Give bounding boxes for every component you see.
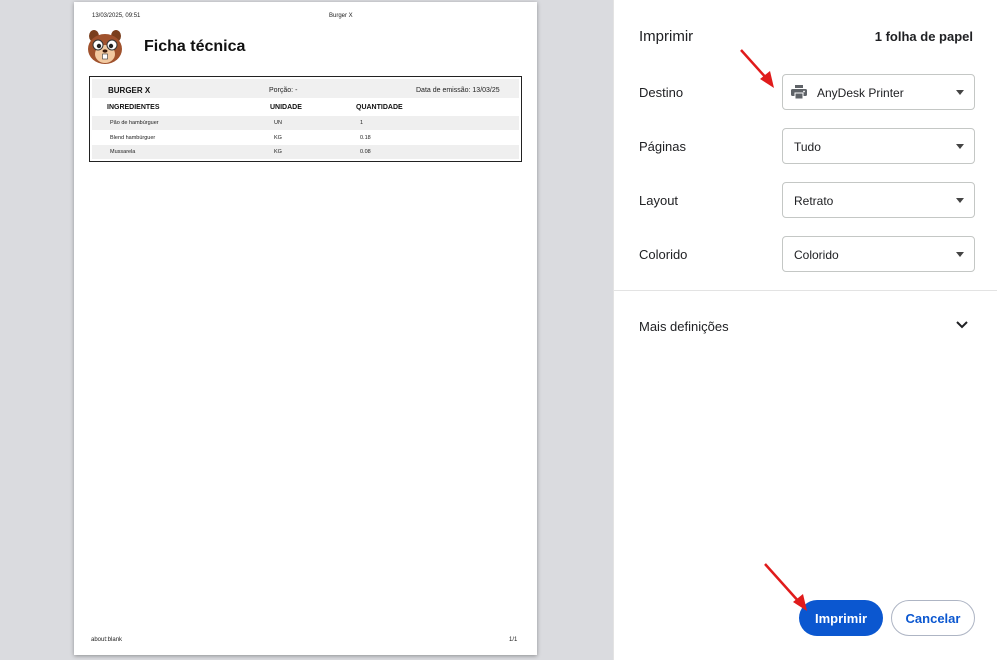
quantity-cell: 1 [360,120,364,126]
ingredient-cell: Pão de hambúrguer [110,120,159,126]
dropdown-arrow-icon [956,90,964,95]
page-footer-number: 1/1 [509,637,518,643]
destination-label: Destino [639,85,684,100]
printer-icon [791,85,807,99]
dropdown-arrow-icon [956,252,964,257]
table-row: Mussarela KG 0.08 [92,145,519,159]
panel-title: Imprimir [639,28,694,45]
color-label: Colorido [639,247,688,262]
sheet-count: 1 folha de papel [874,29,973,44]
product-name: BURGER X [108,86,151,95]
table-row: Blend hambúrguer KG 0.18 [92,131,519,145]
ingredient-cell: Blend hambúrguer [110,135,156,141]
layout-value: Retrato [794,194,834,208]
squirrel-logo-icon [88,30,122,64]
unit-cell: KG [274,149,282,155]
destination-value: AnyDesk Printer [817,86,904,100]
pages-select[interactable]: Tudo [782,128,975,164]
pages-value: Tudo [794,140,821,154]
page-header-datetime: 13/03/2025, 09:51 [92,13,141,19]
column-header-unit: UNIDADE [270,104,302,111]
layout-label: Layout [639,193,679,208]
section-divider [614,290,997,291]
issue-date-label: Data de emissão: 13/03/25 [416,87,500,94]
column-header-ingredients: INGREDIENTES [107,104,160,111]
more-settings-toggle[interactable]: Mais definições [639,319,729,334]
table-row: Pão de hambúrguer UN 1 [92,116,519,130]
print-button[interactable]: Imprimir [799,600,883,636]
unit-cell: KG [274,135,282,141]
preview-page: 13/03/2025, 09:51 Burger X Ficha técnica… [74,2,537,655]
recipe-sheet-table: BURGER X Porção: - Data de emissão: 13/0… [89,76,522,162]
sheet-header-bar: BURGER X Porção: - Data de emissão: 13/0… [92,79,519,98]
document-title: Ficha técnica [144,38,246,55]
chevron-down-icon[interactable] [955,318,969,332]
layout-select[interactable]: Retrato [782,182,975,218]
print-preview-area: 13/03/2025, 09:51 Burger X Ficha técnica… [0,0,613,660]
print-settings-panel: Imprimir 1 folha de papel Destino AnyDes… [613,0,997,660]
quantity-cell: 0.08 [360,149,371,155]
page-header-title: Burger X [329,13,353,19]
color-select[interactable]: Colorido [782,236,975,272]
ingredient-cell: Mussarela [110,149,136,155]
page-footer-url: about:blank [91,637,123,643]
pages-label: Páginas [639,139,686,154]
portion-label: Porção: - [269,87,298,94]
unit-cell: UN [274,120,282,126]
dropdown-arrow-icon [956,144,964,149]
cancel-button[interactable]: Cancelar [891,600,975,636]
destination-select[interactable]: AnyDesk Printer [782,74,975,110]
quantity-cell: 0.18 [360,135,371,141]
column-header-quantity: QUANTIDADE [356,104,403,111]
color-value: Colorido [794,248,839,262]
dropdown-arrow-icon [956,198,964,203]
